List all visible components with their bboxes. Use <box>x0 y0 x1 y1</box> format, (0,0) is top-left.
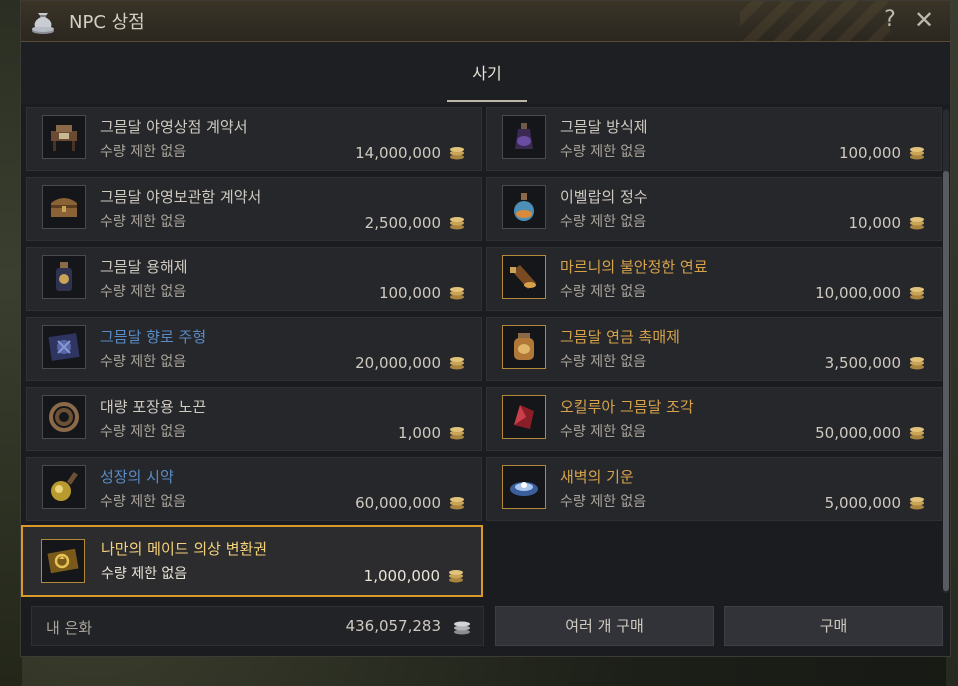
item-limit: 수량 제한 없음 <box>100 494 187 510</box>
solvent-jar-icon <box>42 255 86 299</box>
coin-icon <box>450 357 464 370</box>
multi-buy-button[interactable]: 여러 개 구매 <box>495 606 714 646</box>
list-item[interactable]: 마르니의 불안정한 연료 수량 제한 없음 10,000,000 <box>486 247 942 311</box>
tab-buy-label: 사기 <box>472 64 502 83</box>
coin-icon <box>450 217 464 230</box>
item-name: 새벽의 기운 <box>560 468 634 486</box>
potion-bottle-icon <box>502 115 546 159</box>
item-price: 100,000 <box>838 144 901 162</box>
wallet-panel: 내 은화 436,057,283 <box>31 606 484 646</box>
item-price: 1,000 <box>398 424 441 442</box>
item-name: 그믐달 방식제 <box>560 118 648 136</box>
censer-mold-icon <box>42 325 86 369</box>
list-scrollbar[interactable] <box>943 109 949 593</box>
storage-chest-icon <box>42 185 86 229</box>
coin-icon <box>450 147 464 160</box>
item-name: 그믐달 연금 촉매제 <box>560 328 680 346</box>
item-limit: 수량 제한 없음 <box>560 284 647 300</box>
camp-shop-table-icon <box>42 115 86 159</box>
essence-flask-icon <box>502 185 546 229</box>
item-name: 성장의 시약 <box>100 468 174 486</box>
scrollbar-thumb[interactable] <box>943 171 949 591</box>
catalyst-jar-icon <box>502 325 546 369</box>
item-name: 그믐달 향로 주형 <box>100 328 207 346</box>
item-price: 50,000,000 <box>815 424 901 442</box>
list-item-selected[interactable]: 나만의 메이드 의상 변환권 수량 제한 없음 1,000,000 <box>21 525 483 597</box>
title-decoration <box>740 1 890 41</box>
wallet-label: 내 은화 <box>46 619 93 637</box>
list-item[interactable]: 그믐달 향로 주형 수량 제한 없음 20,000,000 <box>26 317 482 381</box>
coin-icon <box>910 147 924 160</box>
item-limit: 수량 제한 없음 <box>101 566 188 582</box>
item-limit: 수량 제한 없음 <box>560 354 647 370</box>
tab-bar: 사기 <box>21 42 950 104</box>
coin-icon <box>450 287 464 300</box>
item-limit: 수량 제한 없음 <box>100 284 187 300</box>
item-name: 그믐달 야영보관함 계약서 <box>100 188 262 206</box>
item-price: 1,000,000 <box>363 567 440 585</box>
list-item[interactable]: 그믐달 연금 촉매제 수량 제한 없음 3,500,000 <box>486 317 942 381</box>
item-price: 10,000 <box>848 214 902 232</box>
list-item[interactable]: 오킬루아 그믐달 조각 수량 제한 없음 50,000,000 <box>486 387 942 451</box>
item-name: 대량 포장용 노끈 <box>100 398 207 416</box>
fuel-bottle-icon <box>502 255 546 299</box>
list-item[interactable]: 대량 포장용 노끈 수량 제한 없음 1,000 <box>26 387 482 451</box>
item-price: 100,000 <box>378 284 441 302</box>
silver-coin-stack-icon <box>454 621 470 635</box>
list-item[interactable]: 그믐달 방식제 수량 제한 없음 100,000 <box>486 107 942 171</box>
window-title: NPC 상점 <box>69 12 145 33</box>
item-limit: 수량 제한 없음 <box>560 424 647 440</box>
list-item[interactable]: 새벽의 기운 수량 제한 없음 5,000,000 <box>486 457 942 521</box>
npc-shop-window: NPC 상점 ? ✕ 사기 그믐달 야영상점 계약서 수량 제한 없음 14,0… <box>20 0 951 657</box>
item-limit: 수량 제한 없음 <box>100 354 187 370</box>
item-price: 14,000,000 <box>355 144 441 162</box>
coin-icon <box>449 570 463 583</box>
coin-icon <box>450 427 464 440</box>
buy-button[interactable]: 구매 <box>724 606 943 646</box>
list-item[interactable]: 성장의 시약 수량 제한 없음 60,000,000 <box>26 457 482 521</box>
coin-icon <box>450 497 464 510</box>
item-price: 60,000,000 <box>355 494 441 512</box>
red-crystal-icon <box>502 395 546 439</box>
help-button[interactable]: ? <box>878 5 902 35</box>
list-item[interactable]: 그믐달 야영보관함 계약서 수량 제한 없음 2,500,000 <box>26 177 482 241</box>
coin-icon <box>910 427 924 440</box>
item-name: 오킬루아 그믐달 조각 <box>560 398 694 416</box>
close-button[interactable]: ✕ <box>910 5 938 35</box>
list-item[interactable]: 그믐달 야영상점 계약서 수량 제한 없음 14,000,000 <box>26 107 482 171</box>
item-name: 그믐달 용해제 <box>100 258 188 276</box>
list-item[interactable]: 그믐달 용해제 수량 제한 없음 100,000 <box>26 247 482 311</box>
item-name: 이벨랍의 정수 <box>560 188 648 206</box>
item-limit: 수량 제한 없음 <box>100 424 187 440</box>
wallet-value: 436,057,283 <box>345 617 441 635</box>
item-price: 2,500,000 <box>364 214 441 232</box>
outfit-voucher-icon <box>41 539 85 583</box>
coin-icon <box>910 217 924 230</box>
item-name: 마르니의 불안정한 연료 <box>560 258 708 276</box>
item-price: 20,000,000 <box>355 354 441 372</box>
item-limit: 수량 제한 없음 <box>560 494 647 510</box>
coin-icon <box>910 287 924 300</box>
tab-buy[interactable]: 사기 <box>447 42 527 104</box>
title-bar[interactable]: NPC 상점 ? ✕ <box>21 1 950 42</box>
money-bag-icon <box>32 13 54 34</box>
background-left <box>0 0 22 686</box>
item-price: 3,500,000 <box>824 354 901 372</box>
growth-reagent-icon <box>42 465 86 509</box>
item-limit: 수량 제한 없음 <box>100 214 187 230</box>
tab-active-indicator <box>447 100 527 102</box>
coin-icon <box>910 497 924 510</box>
coin-icon <box>910 357 924 370</box>
item-name: 그믐달 야영상점 계약서 <box>100 118 248 136</box>
dawn-energy-icon <box>502 465 546 509</box>
item-price: 5,000,000 <box>824 494 901 512</box>
item-price: 10,000,000 <box>815 284 901 302</box>
item-limit: 수량 제한 없음 <box>560 214 647 230</box>
item-limit: 수량 제한 없음 <box>100 144 187 160</box>
list-item[interactable]: 이벨랍의 정수 수량 제한 없음 10,000 <box>486 177 942 241</box>
item-name: 나만의 메이드 의상 변환권 <box>101 540 268 558</box>
item-limit: 수량 제한 없음 <box>560 144 647 160</box>
rope-coil-icon <box>42 395 86 439</box>
